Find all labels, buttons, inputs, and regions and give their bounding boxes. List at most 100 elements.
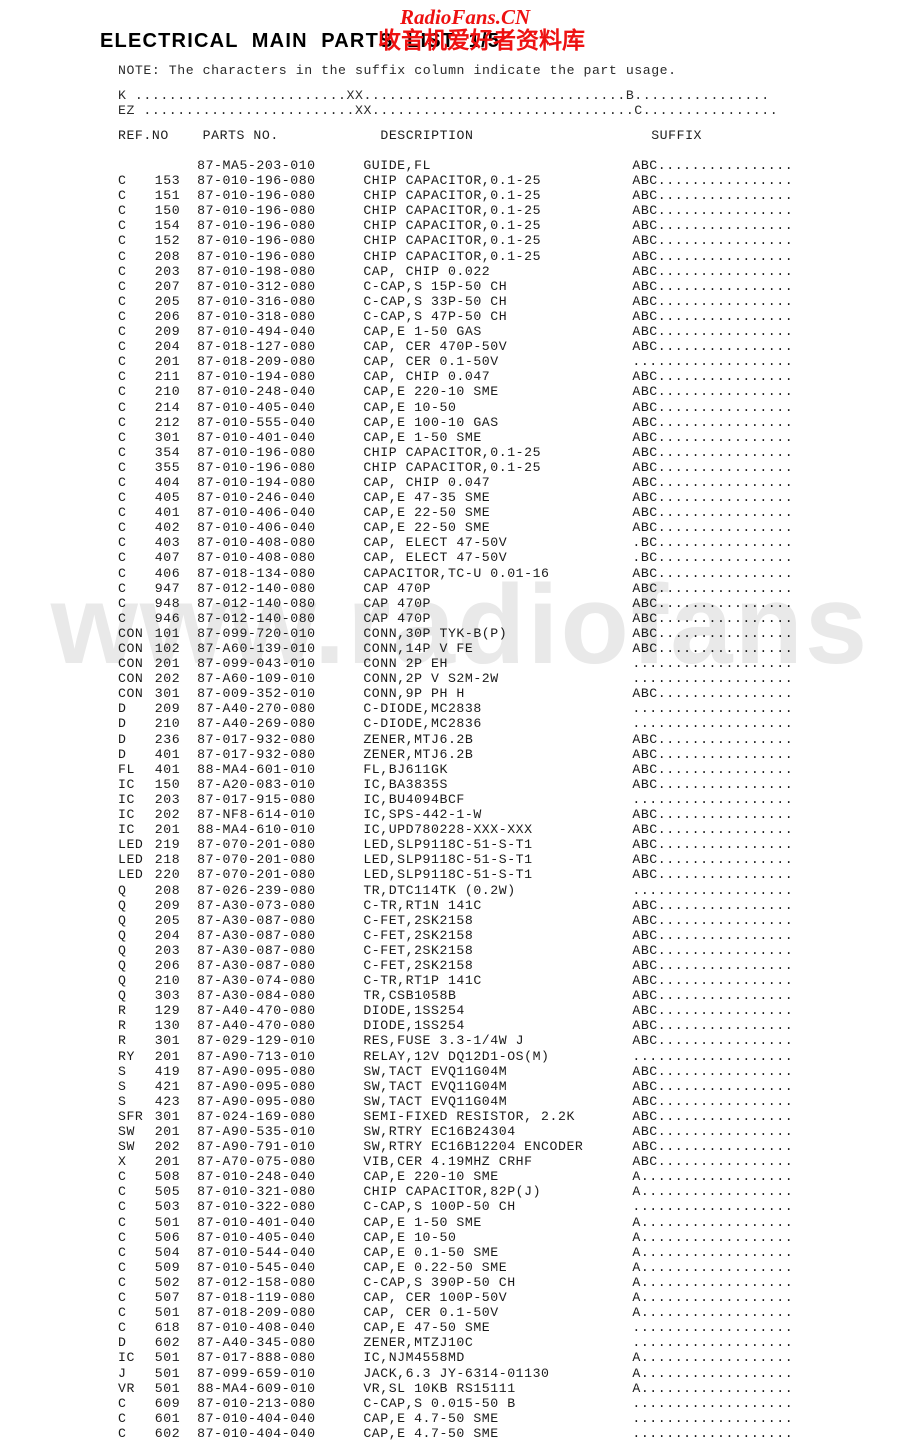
cell-suffix: ABC................ (632, 625, 794, 641)
table-row: D 236 87-017-932-080 ZENER,MTJ6.2B ABC.....… (118, 732, 793, 747)
cell-suffix: ................... (632, 701, 794, 717)
cell-ref-prefix: J (118, 1365, 127, 1381)
cell-ref-prefix: C (118, 1184, 127, 1200)
cell-ref-prefix: C (118, 1395, 127, 1411)
table-row: LED 220 87-070-201-080 LED,SLP9118C-51-S-T… (118, 867, 793, 882)
cell-description: CHIP CAPACITOR,0.1-25 (363, 203, 542, 219)
cell-ref-number: 402 (154, 520, 198, 536)
cell-suffix: ABC................ (632, 1093, 794, 1109)
cell-suffix: A.................. (632, 1229, 794, 1245)
cell-part-number: 87-010-401-040 (197, 1214, 316, 1230)
cell-ref-prefix: VR (118, 1380, 135, 1396)
table-row: C 355 87-010-196-080 CHIP CAPACITOR,0.1-25… (118, 460, 793, 475)
cell-part-number: 87-070-201-080 (197, 852, 316, 868)
cell-suffix: ................... (632, 671, 794, 687)
table-row: C 609 87-010-213-080 C-CAP,S 0.015-50 B...… (118, 1396, 793, 1411)
table-row: C 406 87-018-134-080 CAPACITOR,TC-U 0.01-1… (118, 566, 793, 581)
suffix-legend-row: K .........................XX...........… (118, 88, 770, 103)
table-row: Q 203 87-A30-087-080 C-FET,2SK2158 ABC.....… (118, 943, 793, 958)
cell-suffix: ABC................ (632, 188, 794, 204)
cell-description: CAP,E 22-50 SME (363, 520, 491, 536)
table-row: C 503 87-010-322-080 C-CAP,S 100P-50 CH...… (118, 1199, 793, 1214)
table-row: C 946 87-012-140-080 CAP 470P ABC..........… (118, 611, 793, 626)
cell-suffix: ................... (632, 1199, 794, 1215)
cell-suffix: A.................. (632, 1244, 794, 1260)
cell-suffix: ABC................ (632, 776, 794, 792)
cell-part-number: 87-010-406-040 (197, 520, 316, 536)
cell-suffix: ABC................ (632, 731, 794, 747)
cell-suffix: ABC................ (632, 1003, 794, 1019)
cell-ref-prefix: C (118, 233, 127, 249)
cell-description: TR,CSB1058B (363, 988, 457, 1004)
cell-ref-number: 207 (154, 278, 198, 294)
cell-description: CAP, CER 470P-50V (363, 339, 508, 355)
cell-ref-number: 209 (154, 701, 198, 717)
cell-part-number: 87-A30-087-080 (197, 942, 316, 958)
cell-description: C-TR,RT1N 141C (363, 897, 482, 913)
cell-ref-number: 501 (154, 1214, 198, 1230)
cell-suffix: ................... (632, 882, 794, 898)
cell-ref-prefix: C (118, 580, 127, 596)
cell-ref-number: 502 (154, 1274, 198, 1290)
cell-description: ZENER,MTJ6.2B (363, 746, 474, 762)
table-row: C 207 87-010-312-080 C-CAP,S 15P-50 CH ABC.… (118, 279, 793, 294)
cell-part-number: 87-A30-087-080 (197, 912, 316, 928)
cell-suffix: A.................. (632, 1184, 794, 1200)
cell-ref-prefix: C (118, 474, 127, 490)
cell-description: CAP, CHIP 0.047 (363, 369, 491, 385)
table-row: CON 201 87-099-043-010 CONN 2P EH.........… (118, 656, 793, 671)
table-row: CON 301 87-009-352-010 CONN,9P PH H ABC....… (118, 686, 793, 701)
cell-ref-number: 101 (154, 625, 198, 641)
table-row: C 504 87-010-544-040 CAP,E 0.1-50 SME A....… (118, 1245, 793, 1260)
cell-part-number: 87-A60-109-010 (197, 671, 316, 687)
cell-suffix: ABC................ (632, 957, 794, 973)
cell-ref-number: 201 (154, 1124, 198, 1139)
cell-part-number: 87-010-196-080 (197, 248, 316, 264)
cell-ref-number: 948 (154, 595, 198, 611)
cell-suffix: ABC................ (632, 459, 794, 475)
table-row: IC 203 87-017-915-080 IC,BU4094BCF........… (118, 792, 793, 807)
cell-part-number: 87-012-140-080 (197, 595, 316, 611)
table-row: C 507 87-018-119-080 CAP, CER 100P-50V A...… (118, 1290, 793, 1305)
cell-ref-prefix: Q (118, 957, 127, 973)
cell-part-number: 87-A30-073-080 (197, 897, 316, 913)
cell-ref-number: 201 (154, 1048, 198, 1064)
cell-part-number: 87-010-194-080 (197, 369, 316, 385)
cell-ref-number: 421 (154, 1078, 198, 1094)
cell-ref-prefix: SFR (118, 1108, 144, 1124)
cell-ref-number: 150 (154, 776, 198, 792)
table-row: C 211 87-010-194-080 CAP, CHIP 0.047 ABC...… (118, 369, 793, 384)
cell-ref-prefix: C (118, 1425, 127, 1441)
cell-suffix: ................... (632, 656, 794, 672)
cell-suffix: ................... (632, 1395, 794, 1411)
table-row: C 204 87-018-127-080 CAP, CER 470P-50V ABC.… (118, 339, 793, 354)
cell-part-number: 87-010-196-080 (197, 173, 316, 189)
cell-suffix: ABC................ (632, 927, 794, 943)
cell-ref-number: 501 (154, 1380, 198, 1396)
cell-part-number: 87-018-209-080 (197, 354, 316, 370)
cell-description: DIODE,1SS254 (363, 1018, 465, 1034)
cell-description: IC,BA3835S (363, 776, 448, 792)
cell-suffix: A.................. (632, 1350, 794, 1366)
cell-part-number: 87-026-239-080 (197, 882, 316, 898)
cell-description: RES,FUSE 3.3-1/4W J (363, 1033, 525, 1049)
cell-description: IC,SPS-442-1-W (363, 807, 482, 823)
cell-ref-number: 152 (154, 233, 198, 249)
cell-suffix: ABC................ (632, 641, 794, 656)
cell-ref-prefix: D (118, 731, 127, 747)
table-row: C 407 87-010-408-080 CAP, ELECT 47-50V .BC.… (118, 550, 793, 565)
cell-ref-prefix: C (118, 369, 127, 385)
cell-ref-prefix: C (118, 1169, 127, 1185)
cell-suffix: ABC................ (632, 263, 794, 279)
cell-part-number: 87-010-196-080 (197, 218, 316, 234)
cell-part-number: 87-010-408-040 (197, 1320, 316, 1336)
cell-ref-prefix: S (118, 1078, 127, 1094)
cell-ref-prefix: SW (118, 1124, 135, 1139)
cell-ref-prefix: CON (118, 625, 144, 641)
cell-ref-number: 102 (154, 641, 198, 656)
cell-description: CHIP CAPACITOR,0.1-25 (363, 188, 542, 204)
cell-ref-prefix: C (118, 248, 127, 264)
cell-description: CAP 470P (363, 610, 432, 626)
cell-ref-prefix: C (118, 1320, 127, 1336)
table-column-headers: REF.NO PARTS NO. DESCRIPTION SUFFIX (118, 128, 703, 143)
